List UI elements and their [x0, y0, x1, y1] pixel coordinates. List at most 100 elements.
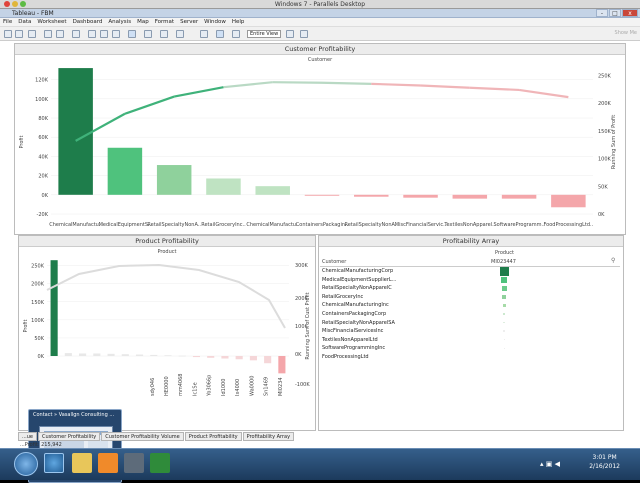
y-tick-label: 80K	[38, 116, 48, 122]
swap-icon[interactable]	[88, 30, 96, 38]
view-size-select[interactable]: Entire View	[247, 30, 281, 38]
media-player-icon[interactable]	[98, 453, 118, 473]
ie-icon[interactable]	[44, 453, 64, 473]
tab-profitability-array[interactable]: Profitability Array	[242, 432, 295, 441]
duplicate-icon[interactable]	[56, 30, 64, 38]
array-row-label: RetailSpecialtyNonApparelSA	[322, 319, 395, 326]
x-tick-label: Ic1Se	[192, 382, 198, 396]
start-button[interactable]	[14, 452, 38, 476]
array-row[interactable]: MiscFinancialServicesInc	[322, 327, 512, 335]
array-row[interactable]: ContainersPackagingCorp	[322, 310, 512, 318]
excel-icon[interactable]	[150, 453, 170, 473]
sort-asc-icon[interactable]	[100, 30, 108, 38]
maximize-button[interactable]: □	[609, 9, 621, 17]
menu-analysis[interactable]: Analysis	[108, 19, 131, 25]
abc-icon[interactable]	[200, 30, 208, 38]
y-tick-label: 40K	[38, 154, 48, 160]
new-sheet-icon[interactable]	[44, 30, 52, 38]
fit-icon[interactable]	[176, 30, 184, 38]
fix-axes-icon[interactable]	[232, 30, 240, 38]
array-row[interactable]: TextilesNonApparelLtd	[322, 336, 512, 344]
array-mark	[503, 313, 505, 315]
zoom-dot-icon[interactable]	[20, 1, 26, 7]
product-profitability-panel[interactable]: Product Profitability Product 250K 200K 15…	[18, 235, 316, 431]
menu-file[interactable]: File	[3, 19, 12, 25]
array-row-label: RetailGroceryInc	[322, 293, 364, 300]
bar	[501, 194, 537, 199]
tab-customer-profitability-volume[interactable]: Customer Profitability Volume	[101, 432, 184, 441]
tab-previous[interactable]: ...ue	[18, 432, 38, 441]
bar	[354, 194, 389, 197]
array-col-value: MI023447	[491, 259, 516, 265]
y2-tick-label: 100K	[598, 157, 612, 163]
product-profitability-chart[interactable]: 250K200K150K100K50K0K300K200K100K0K-100K…	[19, 256, 315, 430]
tab-product-profitability[interactable]: Product Profitability	[184, 432, 242, 441]
y2-tick-label: 0K	[295, 352, 302, 358]
group-icon[interactable]	[128, 30, 136, 38]
menu-worksheet[interactable]: Worksheet	[37, 19, 66, 25]
customer-profitability-chart[interactable]: 120K 100K 80K 60K 40K 20K 0K -20K 250K 200K 150K 10…	[15, 64, 625, 234]
filter-icon[interactable]: ⚲	[611, 257, 615, 264]
y-axis-label: Profit	[23, 319, 29, 332]
bar	[452, 194, 488, 199]
presentation-icon[interactable]	[216, 30, 224, 38]
array-row[interactable]: RetailSpecialtyNonApparelC	[322, 284, 512, 292]
sort-desc-icon[interactable]	[112, 30, 120, 38]
menu-server[interactable]: Server	[180, 19, 198, 25]
running-sum-line	[518, 88, 569, 99]
y-tick-label: -20K	[37, 212, 49, 218]
redo-icon[interactable]	[15, 30, 23, 38]
save-icon[interactable]	[28, 30, 36, 38]
close-button[interactable]: x	[622, 9, 638, 17]
highlight-icon[interactable]	[160, 30, 168, 38]
window-controls: - □ x	[596, 9, 638, 17]
menu-help[interactable]: Help	[232, 19, 245, 25]
clock[interactable]: 3:01 PM 2/16/2012	[589, 453, 620, 471]
customer-profitability-panel[interactable]: Customer Profitability Customer 120K 100K…	[14, 43, 626, 235]
y-tick-label: 250K	[31, 264, 45, 270]
traffic-lights[interactable]	[4, 1, 26, 7]
array-row[interactable]: SoftwareProgrammingInc	[322, 344, 512, 352]
array-row-label: ContainersPackagingCorp	[322, 311, 387, 317]
y-tick-label: 0K	[42, 193, 49, 199]
parallels-title: Windows 7 - Parallels Desktop	[274, 1, 366, 8]
tableau-icon[interactable]	[124, 453, 144, 473]
bar	[50, 260, 58, 356]
toolbar: Entire View Show Me	[0, 27, 640, 41]
menu-data[interactable]: Data	[18, 19, 31, 25]
explorer-icon[interactable]	[72, 453, 92, 473]
y-tick-label: 200K	[31, 282, 45, 288]
undo-icon[interactable]	[4, 30, 12, 38]
view-size-value: Entire View	[250, 31, 279, 37]
y2-tick-label: 250K	[598, 74, 612, 80]
tab-customer-profitability[interactable]: Customer Profitability	[38, 432, 101, 441]
menu-dashboard[interactable]: Dashboard	[73, 19, 103, 25]
tooltip-icon[interactable]	[286, 30, 294, 38]
menu-format[interactable]: Format	[155, 19, 174, 25]
array-row[interactable]: MedicalEquipmentSupplierL...	[322, 276, 512, 284]
x-tick-label: MiscFinancialServic..	[395, 222, 447, 228]
array-row[interactable]: ChemicalManufacturingCorp	[322, 266, 512, 276]
tray-icons[interactable]: ▴ ▣ ◀	[540, 460, 560, 468]
minimize-dot-icon[interactable]	[12, 1, 18, 7]
array-mark	[503, 347, 505, 349]
close-dot-icon[interactable]	[4, 1, 10, 7]
taskbar: ▴ ▣ ◀ 3:01 PM 2/16/2012	[0, 448, 640, 480]
array-row[interactable]: FoodProcessingLtd	[322, 353, 512, 361]
array-row[interactable]: RetailGroceryInc	[322, 293, 512, 301]
pen-icon[interactable]	[300, 30, 308, 38]
array-row[interactable]: RetailSpecialtyNonApparelSA	[322, 319, 512, 327]
show-me-button[interactable]: Show Me	[615, 30, 637, 36]
array-col-header: Product	[495, 250, 514, 256]
array-mark	[502, 294, 506, 299]
x-tick-label: RetailGroceryInc..	[201, 222, 246, 228]
array-row[interactable]: ChemicalManufacturingInc	[322, 301, 512, 309]
clear-icon[interactable]	[72, 30, 80, 38]
minimize-button[interactable]: -	[596, 9, 608, 17]
array-row-label: FoodProcessingLtd	[322, 354, 369, 360]
labels-icon[interactable]	[144, 30, 152, 38]
bar	[206, 178, 241, 195]
array-row-header: Customer	[322, 259, 347, 265]
menu-map[interactable]: Map	[137, 19, 149, 25]
menu-window[interactable]: Window	[204, 19, 226, 25]
